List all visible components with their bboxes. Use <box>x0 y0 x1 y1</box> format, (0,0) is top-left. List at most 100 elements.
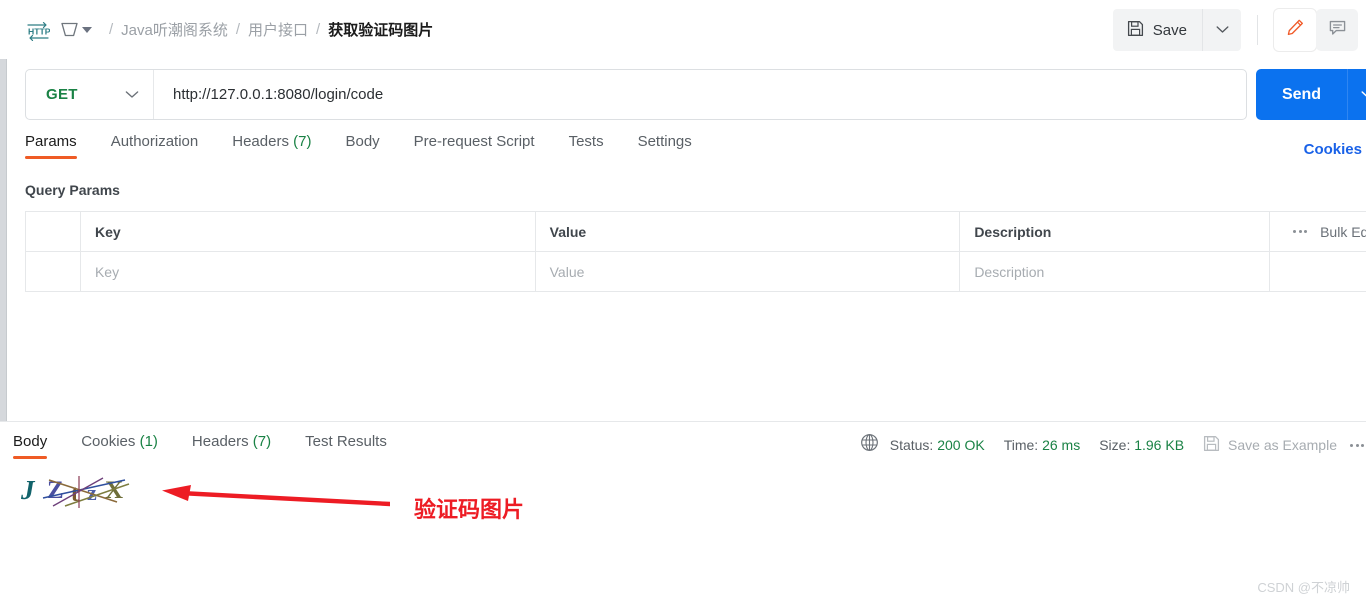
response-divider <box>0 421 1366 422</box>
response-ellipsis-icon[interactable] <box>1350 443 1364 447</box>
tab-pre-request-script[interactable]: Pre-request Script <box>397 133 552 159</box>
ellipsis-icon[interactable] <box>1293 230 1308 233</box>
row-checkbox-cell[interactable] <box>26 252 81 291</box>
breadcrumb: HTTP / Java听潮阁系统 / 用户接口 / 获取验证码图片 <box>0 10 433 50</box>
row-actions <box>1270 252 1366 291</box>
comment-icon <box>1328 19 1347 42</box>
tab-params-label: Params <box>25 133 77 150</box>
query-params-title: Query Params <box>25 182 120 198</box>
response-meta: Status: 200 OK Time: 26 ms Size: 1.96 KB… <box>860 433 1366 457</box>
collection-chevron-down-icon[interactable] <box>82 26 92 33</box>
edit-request-button[interactable] <box>1274 9 1316 51</box>
left-arrow-icon <box>158 483 393 514</box>
tab-headers-count: (7) <box>293 133 312 150</box>
url-input[interactable]: http://127.0.0.1:8080/login/code <box>154 70 1246 119</box>
tab-settings[interactable]: Settings <box>621 133 709 159</box>
response-tab-cookies-label: Cookies <box>81 433 136 450</box>
save-button-group: Save <box>1112 9 1241 51</box>
table-header-actions: Bulk Edit <box>1270 212 1366 251</box>
tab-body[interactable]: Body <box>328 133 396 159</box>
row-key-input[interactable]: Key <box>81 252 536 291</box>
svg-text:Z: Z <box>47 477 64 504</box>
http-method-label: GET <box>46 86 78 103</box>
size-value: 1.96 KB <box>1134 437 1185 453</box>
url-bar: GET http://127.0.0.1:8080/login/code <box>25 69 1247 120</box>
response-tab-body-label: Body <box>13 433 48 450</box>
save-as-example-button[interactable]: Save as Example <box>1203 435 1337 455</box>
size-label: Size: <box>1099 437 1131 453</box>
comments-button[interactable] <box>1316 9 1358 51</box>
table-row: Key Value Description <box>26 252 1366 292</box>
chevron-down-icon <box>1360 86 1366 104</box>
header-checkbox-cell <box>26 212 81 251</box>
column-header-description: Description <box>960 212 1271 251</box>
response-tabs: Body Cookies (1) Headers (7) Test Result… <box>13 433 404 459</box>
send-button[interactable]: Send <box>1256 69 1348 120</box>
tab-authorization-label: Authorization <box>110 133 199 150</box>
time-value: 26 ms <box>1042 437 1081 453</box>
tab-authorization[interactable]: Authorization <box>94 133 216 159</box>
save-button-label: Save <box>1152 21 1187 39</box>
breadcrumb-item-request[interactable]: 获取验证码图片 <box>328 19 433 40</box>
send-options-button[interactable] <box>1348 86 1366 104</box>
chevron-down-icon <box>125 86 139 104</box>
row-description-input[interactable]: Description <box>960 252 1271 291</box>
tab-params[interactable]: Params <box>25 133 94 159</box>
header-divider <box>1257 15 1258 45</box>
bulk-edit-button[interactable]: Bulk Edit <box>1320 224 1366 240</box>
header-actions: Save <box>1112 9 1358 51</box>
status-value: 200 OK <box>937 437 985 453</box>
send-button-group: Send <box>1256 69 1366 120</box>
save-button[interactable]: Save <box>1113 9 1203 51</box>
svg-text:J: J <box>20 475 36 505</box>
annotation-label: 验证码图片 <box>414 497 525 522</box>
tab-headers-label: Headers <box>232 133 289 150</box>
breadcrumb-separator-0: / <box>109 21 114 38</box>
breadcrumb-item-folder[interactable]: 用户接口 <box>248 19 308 40</box>
tab-body-label: Body <box>345 133 380 150</box>
request-tabs: Params Authorization Headers (7) Body Pr… <box>25 133 709 159</box>
save-as-example-label: Save as Example <box>1228 437 1337 453</box>
tab-pre-request-script-label: Pre-request Script <box>413 133 535 150</box>
http-icon: HTTP <box>26 19 50 41</box>
floppy-disk-icon <box>1203 435 1220 455</box>
postman-window: HTTP / Java听潮阁系统 / 用户接口 / 获取验证码图片 Save G… <box>0 0 1366 604</box>
column-header-key: Key <box>81 212 536 251</box>
time-badge: Time: 26 ms <box>1004 437 1081 453</box>
header-bar: HTTP / Java听潮阁系统 / 用户接口 / 获取验证码图片 Save <box>0 0 1366 59</box>
captcha-image: J Z t z X <box>13 468 141 512</box>
status-label: Status: <box>889 437 934 453</box>
http-method-select[interactable]: GET <box>26 70 154 119</box>
response-tab-test-results-label: Test Results <box>305 433 387 450</box>
chevron-down-icon <box>1216 21 1229 39</box>
pencil-icon <box>1286 18 1305 42</box>
cookies-link[interactable]: Cookies <box>1304 141 1366 158</box>
response-tab-body[interactable]: Body <box>13 433 64 459</box>
size-badge: Size: 1.96 KB <box>1099 437 1184 453</box>
breadcrumb-separator-1: / <box>235 21 241 38</box>
tab-tests[interactable]: Tests <box>552 133 621 159</box>
left-panel-divider-lower <box>0 424 7 604</box>
breadcrumb-item-collection[interactable]: Java听潮阁系统 <box>121 19 228 40</box>
floppy-disk-icon <box>1127 20 1144 41</box>
response-tab-cookies[interactable]: Cookies (1) <box>64 433 175 459</box>
breadcrumb-separator-2: / <box>316 21 321 38</box>
response-tab-headers-count: (7) <box>252 433 272 450</box>
table-header-row: Key Value Description Bulk Edit <box>26 212 1366 252</box>
collection-icon[interactable] <box>60 21 79 39</box>
response-tab-cookies-count: (1) <box>139 433 158 450</box>
time-label: Time: <box>1003 437 1039 453</box>
response-tab-headers[interactable]: Headers (7) <box>175 433 288 459</box>
svg-text:HTTP: HTTP <box>28 26 50 36</box>
watermark: CSDN @不凉帅 <box>1257 580 1350 595</box>
tab-settings-label: Settings <box>637 133 692 150</box>
response-tab-test-results[interactable]: Test Results <box>288 433 404 459</box>
tab-headers[interactable]: Headers (7) <box>215 133 328 159</box>
save-options-button[interactable] <box>1203 9 1241 51</box>
globe-icon <box>860 433 879 457</box>
left-panel-divider[interactable] <box>0 42 7 422</box>
status-badge: Status: 200 OK <box>890 437 985 453</box>
column-header-value: Value <box>536 212 961 251</box>
row-value-input[interactable]: Value <box>536 252 961 291</box>
tab-tests-label: Tests <box>568 133 604 150</box>
